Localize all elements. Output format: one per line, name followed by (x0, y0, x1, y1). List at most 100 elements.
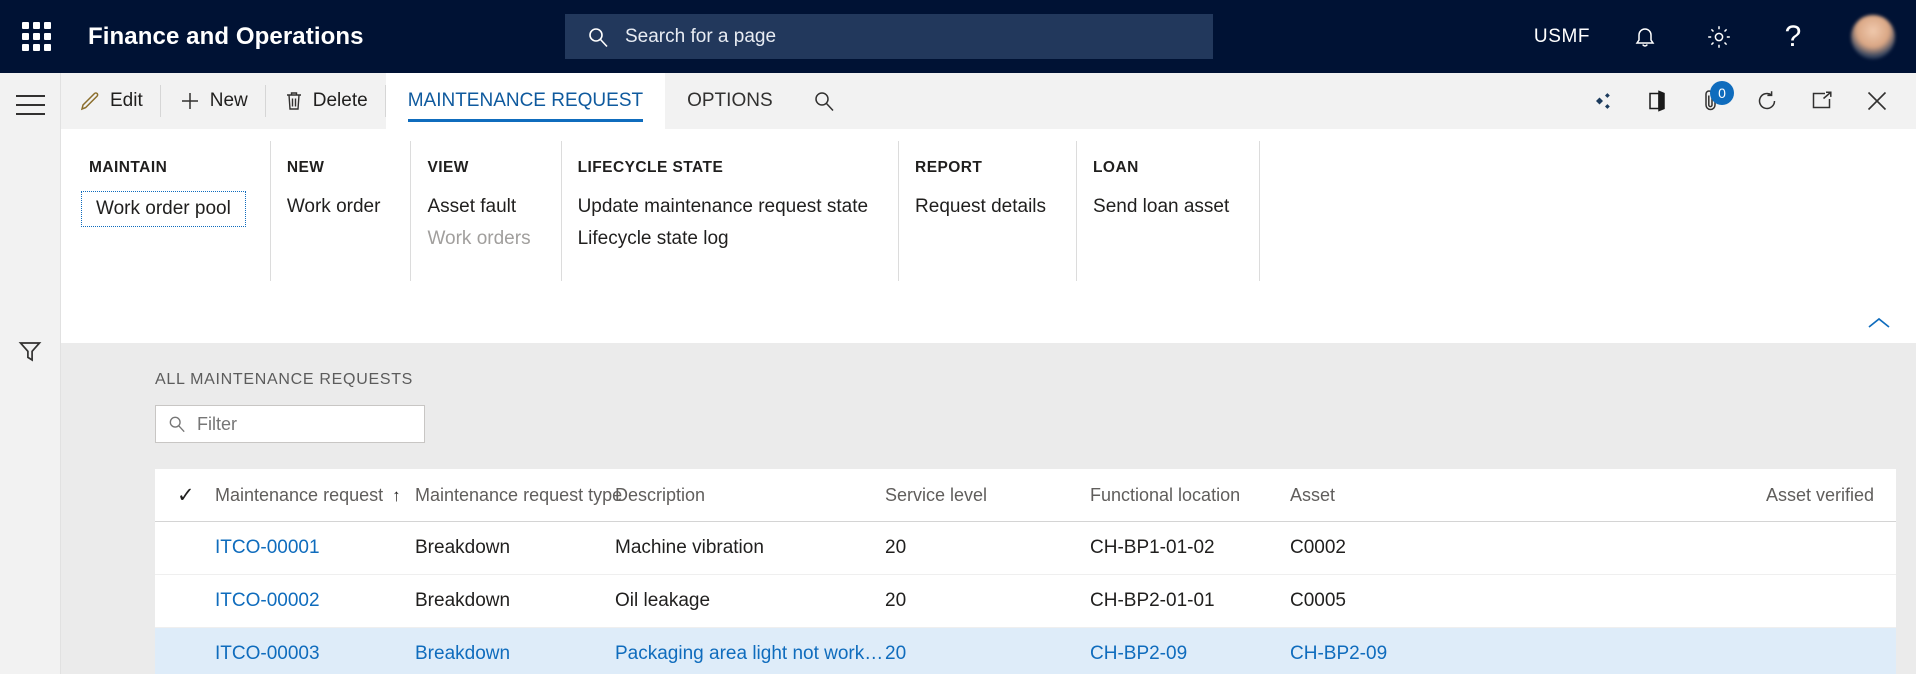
row-checkbox[interactable] (155, 628, 215, 674)
search-icon (813, 90, 835, 112)
ribbon-item-lifecycle-state-log[interactable]: Lifecycle state log (578, 223, 874, 255)
row-checkbox[interactable] (155, 522, 215, 575)
app-launcher-button[interactable] (0, 0, 72, 73)
cell-description: Packaging area light not working (615, 628, 885, 674)
top-navigation-bar: Finance and Operations Search for a page… (0, 0, 1916, 73)
column-header-functional-location[interactable]: Functional location (1090, 469, 1290, 522)
filter-funnel-icon (17, 338, 43, 364)
chevron-up-icon (1866, 315, 1892, 331)
ribbon-item-asset-fault[interactable]: Asset fault (427, 191, 536, 223)
ribbon-group-title: VIEW (427, 159, 536, 177)
cell-maintenance-request-type: Breakdown (415, 522, 615, 575)
bell-icon (1633, 24, 1657, 50)
tab-options[interactable]: OPTIONS (665, 73, 795, 129)
action-pane-toolbar: Edit New Delete (60, 73, 1916, 129)
notifications-button[interactable] (1608, 0, 1682, 73)
filter-pane-button[interactable] (17, 338, 43, 364)
ribbon-group-loan: LOAN Send loan asset (1077, 141, 1260, 281)
global-search-box[interactable]: Search for a page (565, 14, 1213, 59)
column-header-description[interactable]: Description (615, 469, 885, 522)
company-selector[interactable]: USMF (1516, 0, 1608, 73)
gear-icon (1706, 24, 1732, 50)
toolbar-search-button[interactable] (795, 73, 853, 129)
cell-functional-location: CH-BP1-01-02 (1090, 522, 1290, 575)
attachments-count-badge: 0 (1710, 81, 1734, 105)
row-checkbox[interactable] (155, 575, 215, 628)
table-row[interactable]: ITCO-00003 Breakdown Packaging area ligh… (155, 628, 1896, 674)
cell-asset-verified (1490, 522, 1896, 575)
ribbon-item-work-order[interactable]: Work order (287, 191, 387, 223)
open-in-office-button[interactable] (1629, 73, 1684, 129)
cell-maintenance-request[interactable]: ITCO-00002 (215, 575, 415, 628)
top-nav-right-cluster: USMF ? (1516, 0, 1916, 73)
quick-filter-placeholder: Filter (197, 414, 237, 435)
ribbon-group-title: LOAN (1093, 159, 1235, 177)
new-button[interactable]: New (161, 73, 266, 129)
column-header-service-level[interactable]: Service level (885, 469, 1090, 522)
delete-button[interactable]: Delete (266, 73, 386, 129)
cell-description: Machine vibration (615, 522, 885, 575)
cell-asset: C0002 (1290, 522, 1490, 575)
ribbon-group-title: MAINTAIN (89, 159, 246, 177)
edit-button[interactable]: Edit (61, 73, 161, 129)
cell-service-level: 20 (885, 575, 1090, 628)
search-icon (168, 415, 186, 433)
maintenance-request-link[interactable]: ITCO-00003 (215, 643, 320, 664)
tab-maintenance-request[interactable]: MAINTENANCE REQUEST (386, 73, 665, 129)
help-button[interactable]: ? (1756, 0, 1830, 73)
refresh-button[interactable] (1739, 73, 1794, 129)
cell-asset: C0005 (1290, 575, 1490, 628)
open-in-new-window-icon (1810, 90, 1834, 112)
toolbar-right-icons: 0 (1574, 73, 1916, 129)
ribbon-item-work-orders: Work orders (427, 223, 536, 255)
table-row[interactable]: ITCO-00001 Breakdown Machine vibration 2… (155, 522, 1896, 575)
ribbon-group-report: REPORT Request details (899, 141, 1077, 281)
navigation-menu-button[interactable] (16, 88, 45, 122)
ribbon-group-title: REPORT (915, 159, 1052, 177)
column-header-asset[interactable]: Asset (1290, 469, 1490, 522)
ribbon-item-work-order-pool[interactable]: Work order pool (81, 191, 246, 227)
user-account-button[interactable] (1830, 0, 1916, 73)
ribbon-item-request-details[interactable]: Request details (915, 191, 1052, 223)
open-in-new-window-button[interactable] (1794, 73, 1849, 129)
avatar (1851, 15, 1895, 59)
cell-description: Oil leakage (615, 575, 885, 628)
tab-maintenance-request-label: MAINTENANCE REQUEST (408, 90, 643, 112)
attachments-button[interactable]: 0 (1684, 73, 1739, 129)
grid-zone: ALL MAINTENANCE REQUESTS Filter (60, 343, 1916, 674)
ribbon-item-update-maintenance-request-state[interactable]: Update maintenance request state (578, 191, 874, 223)
personalize-button[interactable] (1574, 73, 1629, 129)
quick-filter-input[interactable]: Filter (155, 405, 425, 443)
cell-service-level: 20 (885, 628, 1090, 674)
trash-icon (284, 90, 304, 112)
ribbon-group-maintain: MAINTAIN Work order pool (73, 141, 271, 281)
select-all-checkbox[interactable]: ✓ (155, 469, 215, 522)
cell-functional-location: CH-BP2-01-01 (1090, 575, 1290, 628)
column-header-asset-verified[interactable]: Asset verified (1490, 469, 1896, 522)
close-icon (1865, 89, 1889, 113)
maintenance-requests-grid: ✓ Maintenance request↑ Maintenance reque… (155, 469, 1896, 674)
cell-maintenance-request[interactable]: ITCO-00003 (215, 628, 415, 674)
sort-ascending-icon: ↑ (392, 486, 401, 505)
refresh-icon (1755, 89, 1779, 113)
ribbon-group-title: LIFECYCLE STATE (578, 159, 874, 177)
collapse-ribbon-button[interactable] (1866, 315, 1892, 331)
search-icon (587, 26, 609, 48)
maintenance-requests-table: ✓ Maintenance request↑ Maintenance reque… (155, 469, 1896, 674)
settings-button[interactable] (1682, 0, 1756, 73)
cell-maintenance-request[interactable]: ITCO-00001 (215, 522, 415, 575)
waffle-icon (22, 22, 51, 51)
close-button[interactable] (1849, 73, 1904, 129)
ribbon-item-send-loan-asset[interactable]: Send loan asset (1093, 191, 1235, 223)
table-body: ITCO-00001 Breakdown Machine vibration 2… (155, 522, 1896, 674)
delete-button-label: Delete (313, 90, 368, 112)
diamond-shapes-icon (1590, 91, 1614, 111)
ribbon-group-new: NEW Work order (271, 141, 412, 281)
table-row[interactable]: ITCO-00002 Breakdown Oil leakage 20 CH-B… (155, 575, 1896, 628)
column-header-maintenance-request[interactable]: Maintenance request↑ (215, 469, 415, 522)
question-mark-icon: ? (1785, 22, 1802, 52)
maintenance-request-link[interactable]: ITCO-00001 (215, 537, 320, 558)
ribbon-group-lifecycle-state: LIFECYCLE STATE Update maintenance reque… (562, 141, 899, 281)
maintenance-request-link[interactable]: ITCO-00002 (215, 590, 320, 611)
column-header-maintenance-request-type[interactable]: Maintenance request type (415, 469, 615, 522)
